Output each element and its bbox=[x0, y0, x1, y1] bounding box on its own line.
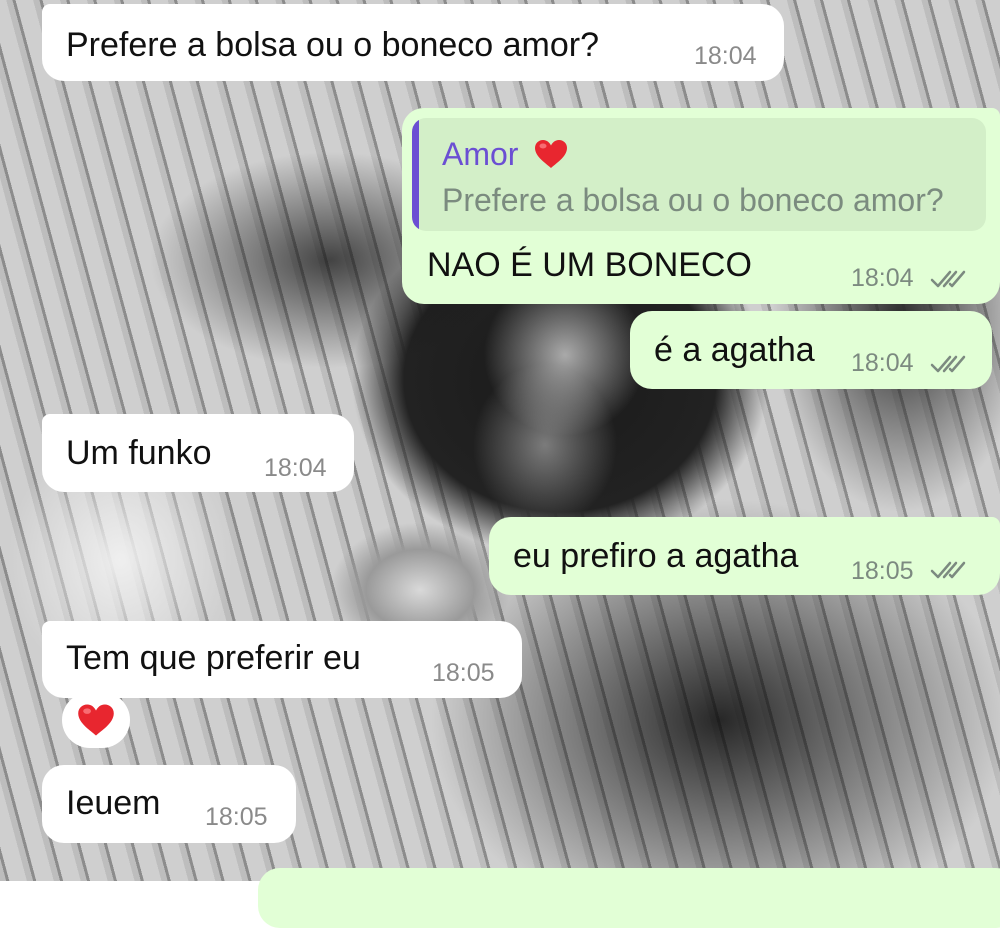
message-text: Tem que preferir eu bbox=[66, 639, 361, 677]
message-time: 18:04 bbox=[851, 264, 914, 292]
red-heart-reaction-icon bbox=[78, 704, 114, 736]
double-check-read-icon bbox=[930, 270, 966, 288]
reply-quote[interactable]: Amor Prefere a bolsa ou o boneco amor? bbox=[412, 118, 986, 231]
reply-quote-author: Amor bbox=[442, 138, 569, 170]
message-time: 18:05 bbox=[205, 803, 268, 831]
reply-quote-text: Prefere a bolsa ou o boneco amor? bbox=[442, 182, 944, 218]
message-text: é a agatha bbox=[654, 331, 815, 369]
red-heart-emoji-icon bbox=[535, 139, 568, 168]
message-time: 18:05 bbox=[432, 659, 495, 687]
message-time: 18:04 bbox=[851, 349, 914, 377]
message-time: 18:05 bbox=[851, 557, 914, 585]
message-outgoing[interactable]: é a agatha 18:04 bbox=[630, 311, 992, 389]
message-text: NAO É UM BONECO bbox=[427, 246, 752, 284]
message-text: Ieuem bbox=[66, 784, 161, 822]
message-outgoing-partial[interactable] bbox=[258, 868, 1000, 928]
double-check-read-icon bbox=[930, 561, 966, 579]
message-incoming[interactable]: Um funko 18:04 bbox=[42, 414, 354, 492]
message-time: 18:04 bbox=[264, 454, 327, 482]
message-incoming[interactable]: Tem que preferir eu 18:05 bbox=[42, 621, 522, 698]
message-time: 18:04 bbox=[694, 42, 757, 70]
message-text: Prefere a bolsa ou o boneco amor? bbox=[66, 26, 600, 64]
message-incoming[interactable]: Ieuem 18:05 bbox=[42, 765, 296, 843]
message-outgoing-reply[interactable]: Amor Prefere a bolsa ou o boneco amor? N… bbox=[402, 108, 1000, 304]
message-reaction[interactable] bbox=[62, 692, 130, 748]
message-text: eu prefiro a agatha bbox=[513, 537, 799, 575]
message-outgoing[interactable]: eu prefiro a agatha 18:05 bbox=[489, 517, 1000, 595]
message-text: Um funko bbox=[66, 434, 212, 472]
message-incoming[interactable]: Prefere a bolsa ou o boneco amor? 18:04 bbox=[42, 4, 784, 81]
reply-quote-accent-bar bbox=[412, 118, 419, 231]
double-check-read-icon bbox=[930, 355, 966, 373]
